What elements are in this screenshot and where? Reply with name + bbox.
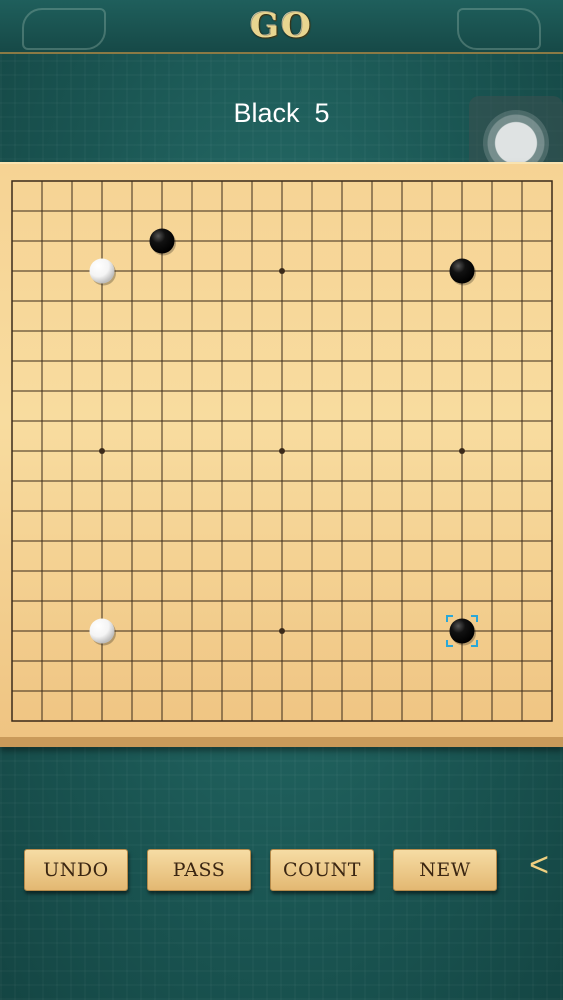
chevron-left-icon[interactable]: < <box>524 845 554 885</box>
black-stone <box>149 228 175 254</box>
star-point <box>99 448 105 454</box>
star-point <box>279 628 285 634</box>
last-move-marker <box>471 615 478 622</box>
control-buttons: UNDO PASS COUNT NEW <box>0 849 563 893</box>
move-number: 5 <box>314 98 330 128</box>
last-move-marker <box>446 615 453 622</box>
new-game-button[interactable]: NEW <box>393 849 497 891</box>
title-bar: GO <box>0 0 563 54</box>
board-grid[interactable] <box>0 164 563 739</box>
last-move-marker <box>446 640 453 647</box>
black-stone <box>449 618 475 644</box>
dragon-ornament-icon <box>457 8 541 50</box>
black-stone <box>449 258 475 284</box>
undo-button[interactable]: UNDO <box>24 849 128 891</box>
star-point <box>279 448 285 454</box>
white-stone <box>89 258 115 284</box>
star-point <box>459 448 465 454</box>
white-stone <box>89 618 115 644</box>
star-point <box>279 268 285 274</box>
go-board[interactable] <box>0 162 563 747</box>
count-button[interactable]: COUNT <box>270 849 374 891</box>
pass-button[interactable]: PASS <box>147 849 251 891</box>
current-player: Black <box>233 98 300 128</box>
